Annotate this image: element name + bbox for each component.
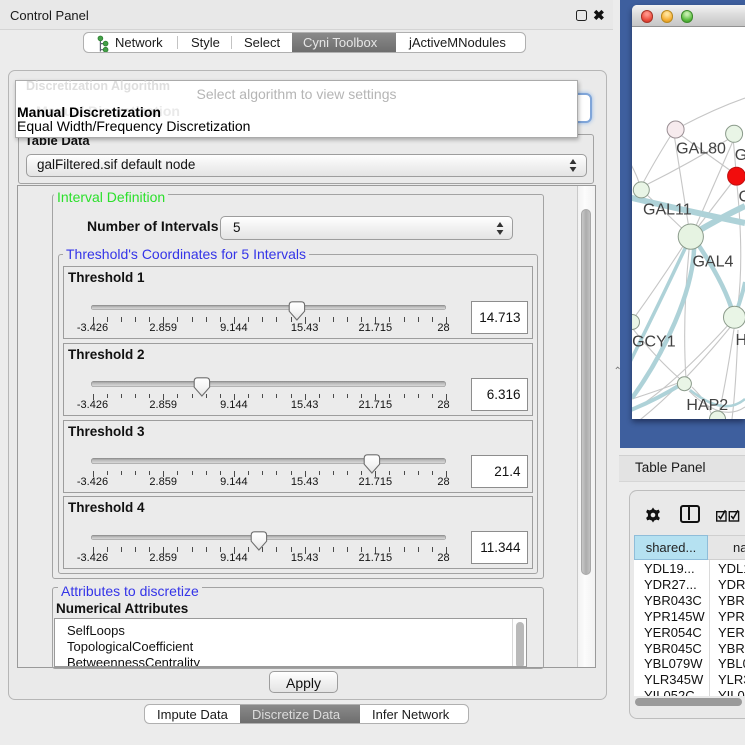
svg-text:H: H: [736, 332, 745, 349]
svg-text:GAL80: GAL80: [676, 141, 726, 158]
svg-text:C: C: [739, 188, 745, 205]
svg-text:GCY1: GCY1: [632, 333, 676, 350]
svg-text:GAL4: GAL4: [693, 254, 734, 271]
svg-text:GAL11: GAL11: [643, 202, 692, 219]
svg-text:GA: GA: [735, 147, 745, 164]
svg-text:HAP2: HAP2: [686, 397, 728, 414]
